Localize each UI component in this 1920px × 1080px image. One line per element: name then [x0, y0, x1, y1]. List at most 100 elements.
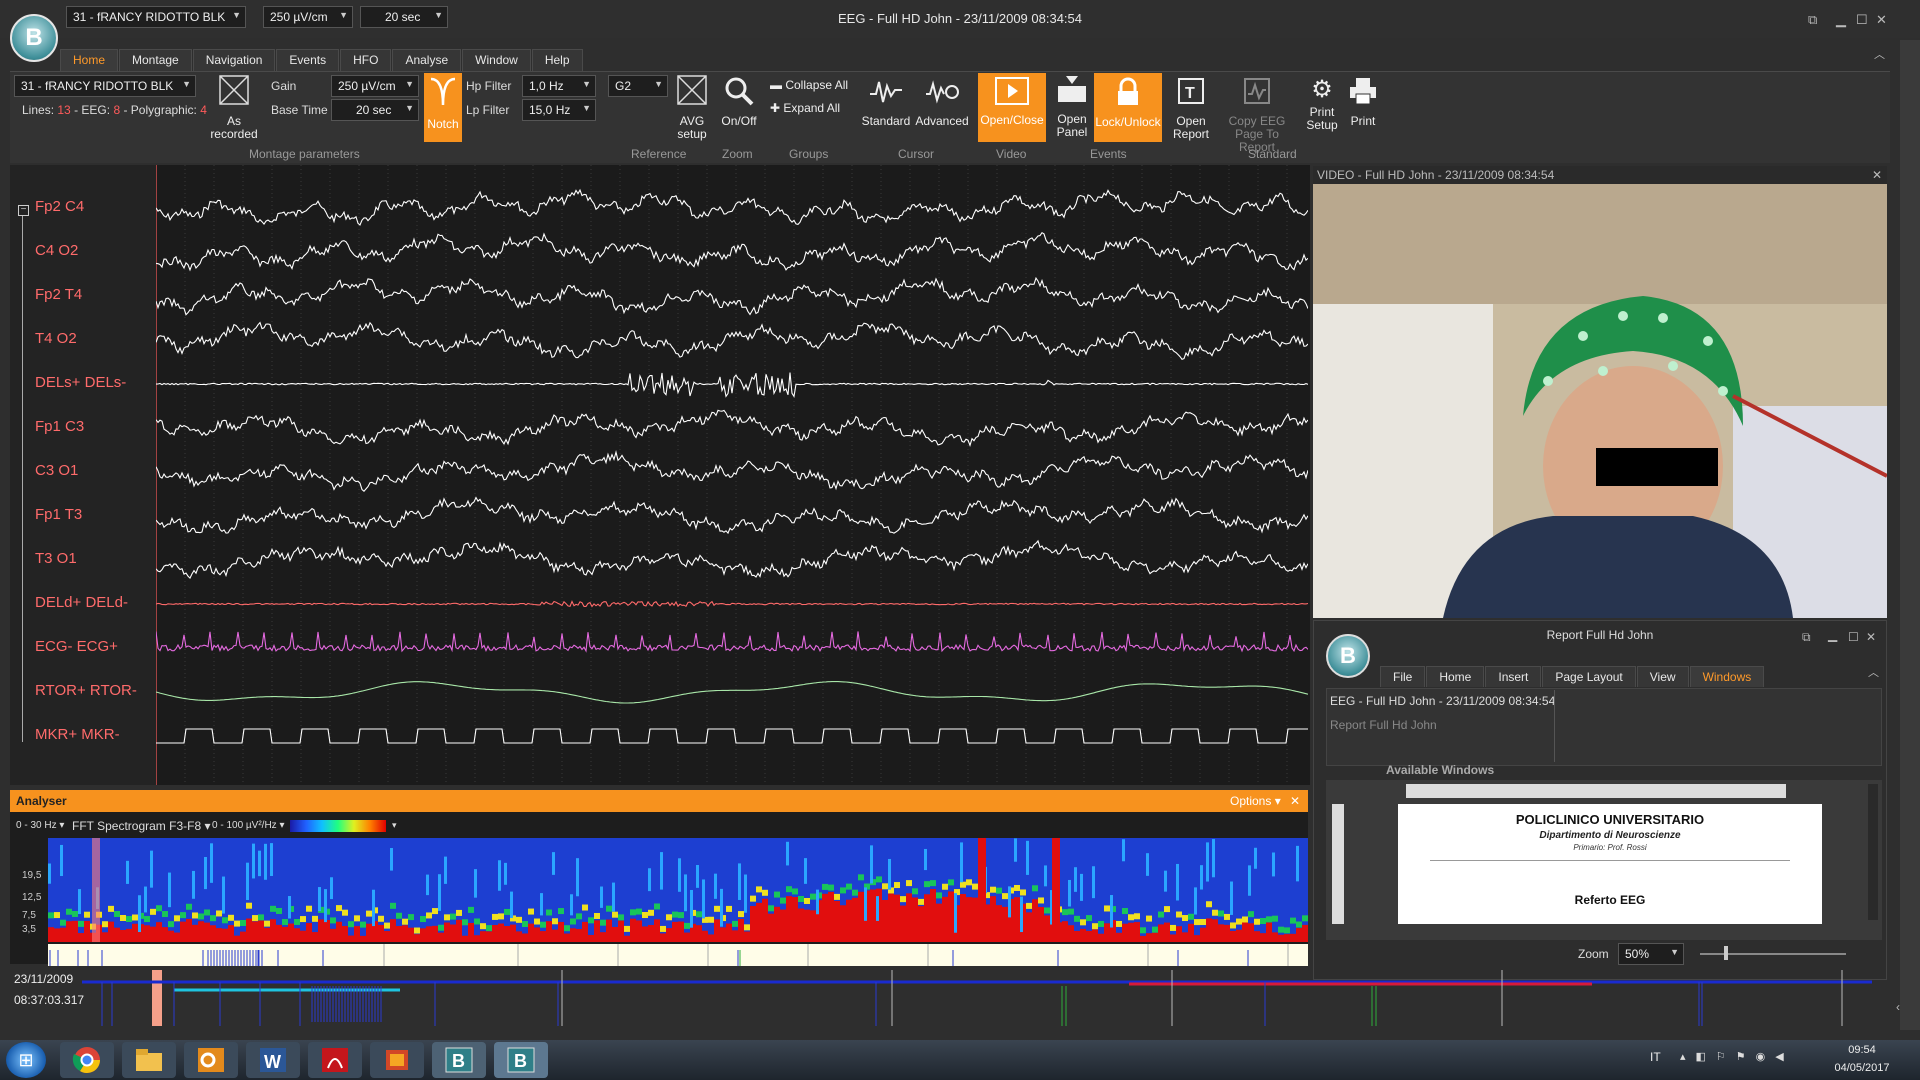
trace-c4-o2[interactable] — [156, 231, 1308, 272]
channel-label[interactable]: Fp2 T4 — [35, 286, 82, 303]
channel-label[interactable]: C3 O1 — [35, 462, 78, 479]
window-item-eeg[interactable]: EEG - Full HD John - 23/11/2009 08:34:54 — [1330, 694, 1555, 708]
notch-button[interactable]: Notch — [424, 73, 462, 142]
report-scrollbar[interactable] — [1868, 784, 1878, 920]
channel-label[interactable]: Fp1 C3 — [35, 418, 84, 435]
explorer-taskbar-icon[interactable] — [122, 1042, 176, 1078]
trace-fp1-c3[interactable] — [156, 409, 1308, 447]
recording-timeline[interactable] — [82, 970, 1872, 1026]
analyser-close-icon[interactable]: ✕ — [1290, 794, 1300, 808]
trace-c3-o1[interactable] — [156, 450, 1308, 492]
trace-fp2-c4[interactable] — [156, 188, 1308, 226]
gain-select[interactable]: 250 µV/cm ▼ — [331, 75, 419, 97]
print-setup-button[interactable]: ⚙ Print Setup — [1300, 76, 1344, 132]
channel-label[interactable]: DELs+ DELs- — [35, 374, 126, 391]
close-button[interactable]: ✕ — [1876, 12, 1887, 28]
open-panel-button[interactable]: Open Panel — [1052, 74, 1092, 139]
tab-help[interactable]: Help — [531, 49, 583, 71]
collapse-ribbon-icon[interactable]: ︿ — [1874, 46, 1885, 62]
video-panel[interactable] — [1313, 166, 1887, 618]
channel-label[interactable]: MKR+ MKR- — [35, 726, 120, 743]
trace-fp2-t4[interactable] — [156, 276, 1308, 316]
zoom-select[interactable]: 50% ▼ — [1618, 943, 1684, 965]
report-close-button[interactable]: ✕ — [1866, 630, 1876, 644]
open-report-button[interactable]: T Open Report — [1166, 76, 1216, 141]
minimize-button[interactable]: ▁ — [1836, 12, 1846, 28]
start-button[interactable]: ⊞ — [6, 1042, 46, 1078]
clock-date[interactable]: 04/05/2017 — [1832, 1062, 1892, 1074]
report-tab-file[interactable]: File — [1380, 666, 1426, 687]
tab-window[interactable]: Window — [462, 49, 531, 71]
zoom-onoff-button[interactable]: On/Off — [716, 76, 762, 128]
restore-ribbon-icon[interactable]: ⧉ — [1808, 12, 1817, 28]
trace-fp1-t3[interactable] — [156, 496, 1308, 535]
tab-home[interactable]: Home — [60, 49, 119, 71]
app-logo[interactable]: B — [10, 14, 58, 62]
tab-montage[interactable]: Montage — [119, 49, 192, 71]
timeline-position[interactable] — [152, 970, 162, 1026]
brain-app-taskbar-icon[interactable]: B — [432, 1042, 486, 1078]
cursor-advanced-button[interactable]: Advanced — [914, 76, 970, 128]
freq-range-select[interactable]: 0 - 30 Hz ▾ — [16, 820, 64, 831]
maximize-button[interactable]: ☐ — [1856, 12, 1868, 28]
acrobat-taskbar-icon[interactable] — [308, 1042, 362, 1078]
tab-hfo[interactable]: HFO — [340, 49, 392, 71]
tab-events[interactable]: Events — [276, 49, 340, 71]
trace-dels-dels-[interactable] — [156, 372, 1308, 398]
channel-label[interactable]: T3 O1 — [35, 550, 77, 567]
trace-t4-o2[interactable] — [156, 321, 1308, 360]
language-indicator[interactable]: IT — [1650, 1050, 1661, 1064]
channel-label[interactable]: ECG- ECG+ — [35, 638, 118, 655]
tray-icons[interactable]: ▴◧⚐⚑◉◀ — [1680, 1050, 1794, 1063]
group-collapse-icon[interactable]: − — [18, 205, 29, 216]
avg-setup-button[interactable]: AVG setup — [672, 74, 712, 141]
report-restore-icon[interactable]: ⧉ — [1802, 630, 1811, 645]
report-maximize-button[interactable]: ☐ — [1848, 630, 1859, 644]
eeg-traces[interactable] — [156, 165, 1308, 785]
print-button[interactable]: Print — [1346, 76, 1380, 128]
chrome-taskbar-icon[interactable] — [60, 1042, 114, 1078]
channel-label[interactable]: DELd+ DELd- — [35, 594, 128, 611]
montage-combo[interactable]: 31 - fRANCY RIDOTTO BLK ▼ — [14, 75, 196, 97]
channel-label[interactable]: Fp1 T3 — [35, 506, 82, 523]
outlook-taskbar-icon[interactable] — [184, 1042, 238, 1078]
as-recorded-button[interactable]: As recorded — [208, 74, 260, 141]
right-scrollbar[interactable] — [1900, 40, 1920, 1030]
video-close-icon[interactable]: ✕ — [1872, 168, 1882, 182]
video-openclose-button[interactable]: Open/Close — [978, 73, 1046, 142]
power-range-select[interactable]: 0 - 100 µV²/Hz ▾ — [212, 820, 285, 831]
lp-filter-select[interactable]: 15,0 Hz ▼ — [522, 99, 596, 121]
zoom-slider-thumb[interactable] — [1724, 946, 1728, 960]
base-time-select[interactable]: 20 sec ▼ — [331, 99, 419, 121]
word-taskbar-icon[interactable]: W — [246, 1042, 300, 1078]
spectrogram-select[interactable]: FFT Spectrogram F3-F8 ▾ — [72, 819, 211, 833]
report-tab-windows[interactable]: Windows — [1689, 666, 1765, 687]
cursor-standard-button[interactable]: Standard — [860, 76, 912, 128]
trace-mkr-mkr-[interactable] — [156, 728, 1308, 744]
trace-deld-deld-[interactable] — [156, 600, 1308, 608]
report-minimize-button[interactable]: ▁ — [1828, 628, 1837, 642]
collapse-all-button[interactable]: ▬ Collapse All — [770, 78, 848, 92]
fft-spectrogram[interactable] — [48, 838, 1308, 942]
office-taskbar-icon[interactable] — [370, 1042, 424, 1078]
hp-filter-select[interactable]: 1,0 Hz ▼ — [522, 75, 596, 97]
reference-select[interactable]: G2 ▼ — [608, 75, 668, 97]
channel-label[interactable]: T4 O2 — [35, 330, 77, 347]
window-item-report[interactable]: Report Full Hd John — [1330, 718, 1437, 732]
zoom-slider-track[interactable] — [1700, 953, 1846, 955]
expand-all-button[interactable]: ✚ Expand All — [770, 101, 840, 115]
tab-analyse[interactable]: Analyse — [392, 49, 462, 71]
report-tab-insert[interactable]: Insert — [1485, 666, 1542, 687]
event-markers[interactable] — [48, 944, 1308, 966]
report-collapse-ribbon-icon[interactable]: ︿ — [1868, 664, 1879, 680]
report-tab-page-layout[interactable]: Page Layout — [1542, 666, 1636, 687]
report-tab-home[interactable]: Home — [1426, 666, 1485, 687]
copy-eeg-button[interactable]: Copy EEG Page To Report — [1218, 76, 1296, 154]
tab-navigation[interactable]: Navigation — [192, 49, 276, 71]
color-scale-dropdown-icon[interactable]: ▾ — [392, 820, 397, 831]
channel-label[interactable]: Fp2 C4 — [35, 198, 84, 215]
analyser-options-button[interactable]: Options ▾ — [1230, 794, 1281, 808]
trace-t3-o1[interactable] — [156, 539, 1308, 580]
clock-time[interactable]: 09:54 — [1832, 1044, 1892, 1056]
lock-unlock-button[interactable]: Lock/Unlock — [1094, 73, 1162, 142]
